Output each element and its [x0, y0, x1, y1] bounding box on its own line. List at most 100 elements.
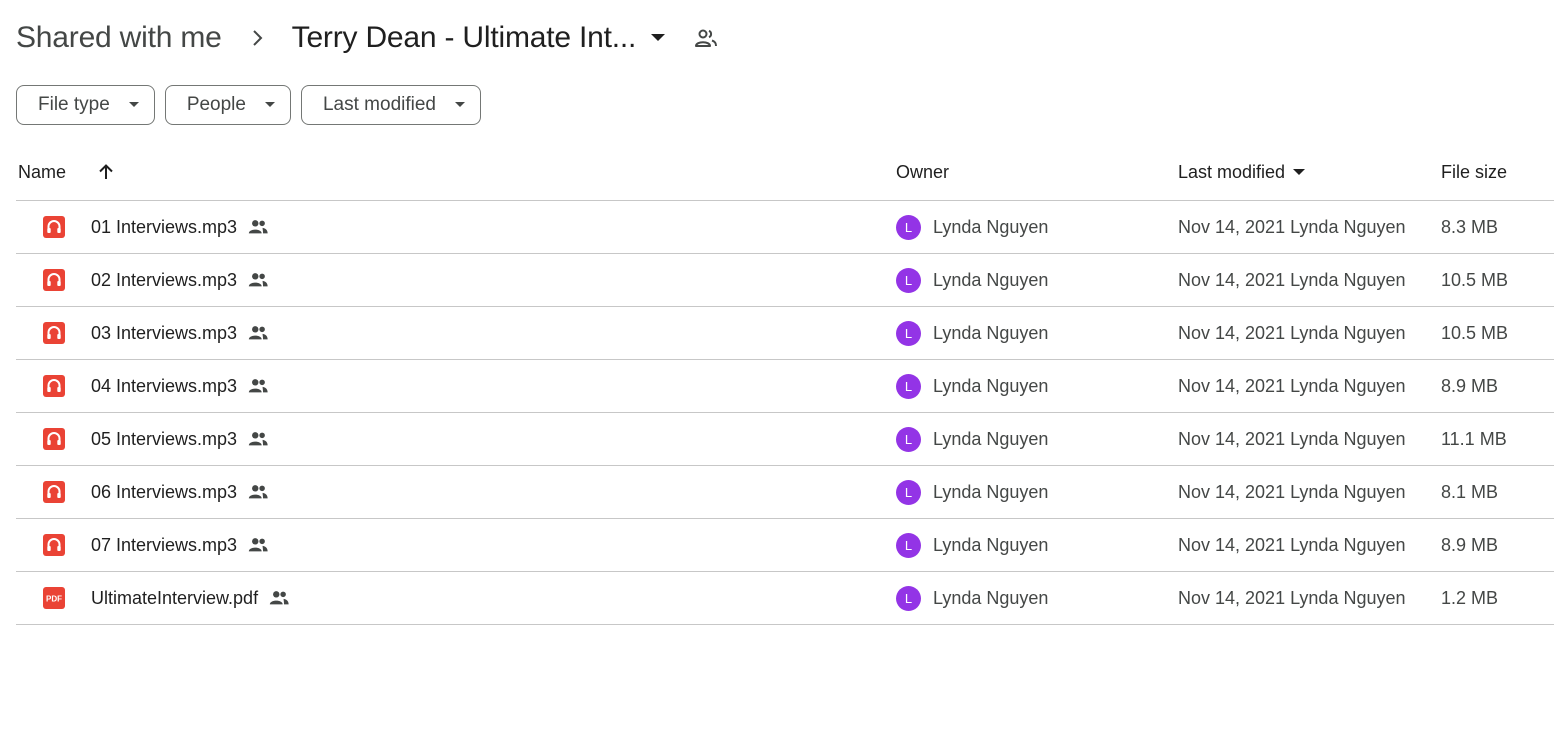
- owner-cell: L Lynda Nguyen: [896, 466, 1048, 518]
- shared-icon: [247, 269, 269, 291]
- owner-cell: L Lynda Nguyen: [896, 254, 1048, 306]
- sort-ascending-arrow-icon[interactable]: [96, 162, 116, 187]
- column-header-file-size[interactable]: File size: [1441, 162, 1507, 183]
- sort-caret-down-icon: [1293, 169, 1306, 176]
- avatar[interactable]: L: [896, 585, 921, 611]
- breadcrumb-current-folder[interactable]: Terry Dean - Ultimate Int...: [292, 21, 637, 55]
- file-name-cell: 02 Interviews.mp3: [91, 254, 269, 306]
- column-header-name[interactable]: Name: [18, 162, 66, 183]
- file-name: 07 Interviews.mp3: [91, 534, 238, 555]
- pdf-icon-text: PDF: [46, 595, 62, 604]
- file-rows: 01 Interviews.mp3 L Lynda Nguyen Nov 14, 20…: [16, 201, 1554, 625]
- owner-name: Lynda Nguyen: [933, 269, 1049, 290]
- avatar[interactable]: L: [896, 532, 921, 558]
- last-modified: Nov 14, 2021 Lynda Nguyen: [1178, 216, 1406, 237]
- caret-down-icon: [264, 99, 276, 111]
- file-size: 10.5 MB: [1441, 269, 1509, 290]
- file-size: 8.1 MB: [1441, 481, 1499, 502]
- file-size: 10.5 MB: [1441, 322, 1509, 343]
- owner-name: Lynda Nguyen: [933, 587, 1049, 608]
- file-name-cell: 01 Interviews.mp3: [91, 201, 269, 253]
- owner-name: Lynda Nguyen: [933, 428, 1049, 449]
- owner-cell: L Lynda Nguyen: [896, 201, 1048, 253]
- table-row[interactable]: 02 Interviews.mp3 L Lynda Nguyen Nov 14, 20…: [16, 254, 1554, 307]
- file-name-cell: 06 Interviews.mp3: [91, 466, 269, 518]
- audio-file-icon: [43, 375, 65, 397]
- column-header-owner[interactable]: Owner: [896, 162, 949, 183]
- shared-icon: [247, 216, 269, 238]
- avatar[interactable]: L: [896, 320, 921, 346]
- avatar[interactable]: L: [896, 214, 921, 240]
- shared-icon: [247, 375, 269, 397]
- last-modified: Nov 14, 2021 Lynda Nguyen: [1178, 534, 1406, 555]
- file-name-cell: 03 Interviews.mp3: [91, 307, 269, 359]
- last-modified: Nov 14, 2021 Lynda Nguyen: [1178, 481, 1406, 502]
- last-modified: Nov 14, 2021 Lynda Nguyen: [1178, 322, 1406, 343]
- last-modified-filter[interactable]: Last modified: [300, 85, 481, 125]
- file-name: 04 Interviews.mp3: [91, 375, 238, 396]
- table-row[interactable]: 03 Interviews.mp3 L Lynda Nguyen Nov 14, 20…: [16, 307, 1554, 360]
- avatar[interactable]: L: [896, 479, 921, 505]
- avatar[interactable]: L: [896, 426, 921, 452]
- file-name: 05 Interviews.mp3: [91, 428, 238, 449]
- owner-cell: L Lynda Nguyen: [896, 413, 1048, 465]
- file-name: 02 Interviews.mp3: [91, 269, 238, 290]
- filter-bar: File type People Last modified: [16, 85, 481, 125]
- pdf-file-icon: PDF: [43, 587, 65, 609]
- table-row[interactable]: 01 Interviews.mp3 L Lynda Nguyen Nov 14, 20…: [16, 201, 1554, 254]
- shared-icon: [247, 322, 269, 344]
- shared-icon: [247, 534, 269, 556]
- table-row[interactable]: 06 Interviews.mp3 L Lynda Nguyen Nov 14, 20…: [16, 466, 1554, 519]
- file-size: 1.2 MB: [1441, 587, 1499, 608]
- caret-down-icon: [454, 99, 466, 111]
- people-filter[interactable]: People: [164, 85, 291, 125]
- file-name: 01 Interviews.mp3: [91, 216, 238, 237]
- file-name-cell: 04 Interviews.mp3: [91, 360, 269, 412]
- file-size: 11.1 MB: [1441, 428, 1507, 449]
- table-row[interactable]: PDF UltimateInterview.pdf L Lynda Nguyen Nov…: [16, 572, 1554, 625]
- owner-cell: L Lynda Nguyen: [896, 307, 1048, 359]
- owner-name: Lynda Nguyen: [933, 534, 1049, 555]
- audio-file-icon: [43, 481, 65, 503]
- audio-file-icon: [43, 534, 65, 556]
- table-header: Name Owner Last modified File size: [16, 148, 1554, 201]
- last-modified: Nov 14, 2021 Lynda Nguyen: [1178, 375, 1406, 396]
- caret-down-icon: [128, 99, 140, 111]
- column-header-last-modified-label: Last modified: [1178, 162, 1286, 182]
- column-header-last-modified[interactable]: Last modified: [1178, 162, 1306, 183]
- last-modified-filter-label: Last modified: [322, 94, 436, 115]
- file-type-filter-label: File type: [38, 94, 110, 115]
- file-name: 06 Interviews.mp3: [91, 481, 238, 502]
- audio-file-icon: [43, 322, 65, 344]
- last-modified: Nov 14, 2021 Lynda Nguyen: [1178, 428, 1406, 449]
- shared-icon: [268, 587, 290, 609]
- folder-menu-caret-icon[interactable]: [650, 30, 666, 46]
- file-type-filter[interactable]: File type: [16, 85, 155, 125]
- chevron-right-icon: [246, 26, 270, 50]
- owner-name: Lynda Nguyen: [933, 481, 1049, 502]
- owner-name: Lynda Nguyen: [933, 322, 1049, 343]
- shared-icon: [247, 428, 269, 450]
- people-filter-label: People: [186, 94, 246, 115]
- audio-file-icon: [43, 269, 65, 291]
- file-size: 8.9 MB: [1441, 375, 1499, 396]
- owner-cell: L Lynda Nguyen: [896, 572, 1048, 624]
- breadcrumb: Shared with me Terry Dean - Ultimate Int…: [16, 18, 718, 58]
- owner-name: Lynda Nguyen: [933, 216, 1049, 237]
- avatar[interactable]: L: [896, 373, 921, 399]
- table-row[interactable]: 07 Interviews.mp3 L Lynda Nguyen Nov 14, 20…: [16, 519, 1554, 572]
- breadcrumb-shared-with-me[interactable]: Shared with me: [16, 21, 222, 55]
- file-list: Name Owner Last modified File size 01 In…: [16, 148, 1554, 625]
- file-name: UltimateInterview.pdf: [91, 587, 259, 608]
- avatar[interactable]: L: [896, 267, 921, 293]
- shared-icon: [247, 481, 269, 503]
- last-modified: Nov 14, 2021 Lynda Nguyen: [1178, 587, 1406, 608]
- owner-cell: L Lynda Nguyen: [896, 519, 1048, 571]
- shared-folder-icon[interactable]: [694, 26, 718, 50]
- table-row[interactable]: 04 Interviews.mp3 L Lynda Nguyen Nov 14, 20…: [16, 360, 1554, 413]
- file-size: 8.3 MB: [1441, 216, 1499, 237]
- owner-name: Lynda Nguyen: [933, 375, 1049, 396]
- audio-file-icon: [43, 428, 65, 450]
- table-row[interactable]: 05 Interviews.mp3 L Lynda Nguyen Nov 14, 20…: [16, 413, 1554, 466]
- file-name-cell: UltimateInterview.pdf: [91, 572, 290, 624]
